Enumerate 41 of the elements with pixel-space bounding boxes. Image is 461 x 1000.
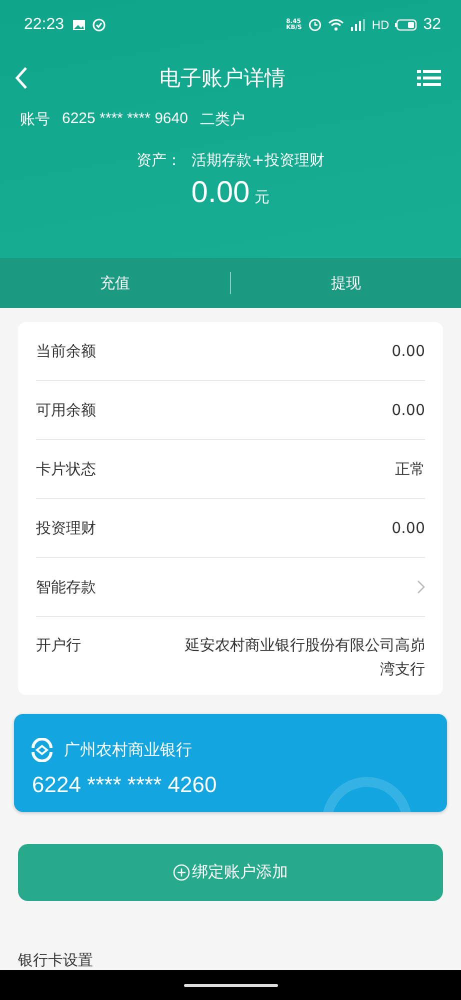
bound-bank-card[interactable]: 广州农村商业银行 6224 **** **** 4260 xyxy=(14,714,447,812)
bank-name: 广州农村商业银行 xyxy=(64,740,193,760)
page-title: 电子账户详情 xyxy=(160,65,286,92)
check-circle-icon xyxy=(92,18,106,32)
detail-label: 投资理财 xyxy=(36,518,96,538)
account-type: 二类户 xyxy=(200,110,245,129)
detail-value: 0.00 xyxy=(392,342,425,360)
detail-value: 0.00 xyxy=(392,401,425,419)
account-number: 6225 **** **** 9640 xyxy=(62,110,188,129)
card-number: 6224 **** **** 4260 xyxy=(31,772,217,798)
assets-description: 活期存款+投资理财 xyxy=(192,151,324,170)
detail-label: 智能存款 xyxy=(36,578,96,596)
currency-unit: 元 xyxy=(254,188,270,207)
detail-label: 卡片状态 xyxy=(36,460,96,478)
detail-value: 正常 xyxy=(395,460,425,478)
back-icon[interactable] xyxy=(14,66,28,90)
status-time: 22:23 xyxy=(24,16,64,34)
detail-value: 延安农村商业银行股份有限公司高峁湾支行 xyxy=(185,635,425,680)
detail-value: 0.00 xyxy=(392,519,425,537)
action-button[interactable]: 充值 xyxy=(0,258,230,308)
signal-icon xyxy=(350,19,366,31)
account-label: 账号 xyxy=(20,110,50,129)
battery-icon xyxy=(395,19,418,31)
home-indicator[interactable] xyxy=(184,984,278,986)
detail-label: 可用余额 xyxy=(36,400,96,420)
alarm-icon xyxy=(308,18,322,32)
detail-label: 当前余额 xyxy=(36,342,96,360)
chevron-right-icon[interactable] xyxy=(417,580,425,594)
action-button[interactable]: 提现 xyxy=(231,258,461,308)
battery-level: 32 xyxy=(423,16,441,34)
detail-label: 开户行 xyxy=(36,635,81,656)
footer-text: 银行卡设置 xyxy=(18,951,94,970)
add-account-button[interactable]: 绑定账户添加 xyxy=(18,844,443,901)
gallery-icon xyxy=(72,19,86,31)
network-label: HD xyxy=(372,18,390,32)
plus-circle-icon xyxy=(173,864,190,881)
assets-label: 资产： xyxy=(136,151,182,170)
bank-logo-icon xyxy=(30,738,54,762)
total-amount: 0.00 xyxy=(191,176,250,210)
wifi-icon xyxy=(328,19,344,31)
menu-icon[interactable] xyxy=(417,69,441,87)
